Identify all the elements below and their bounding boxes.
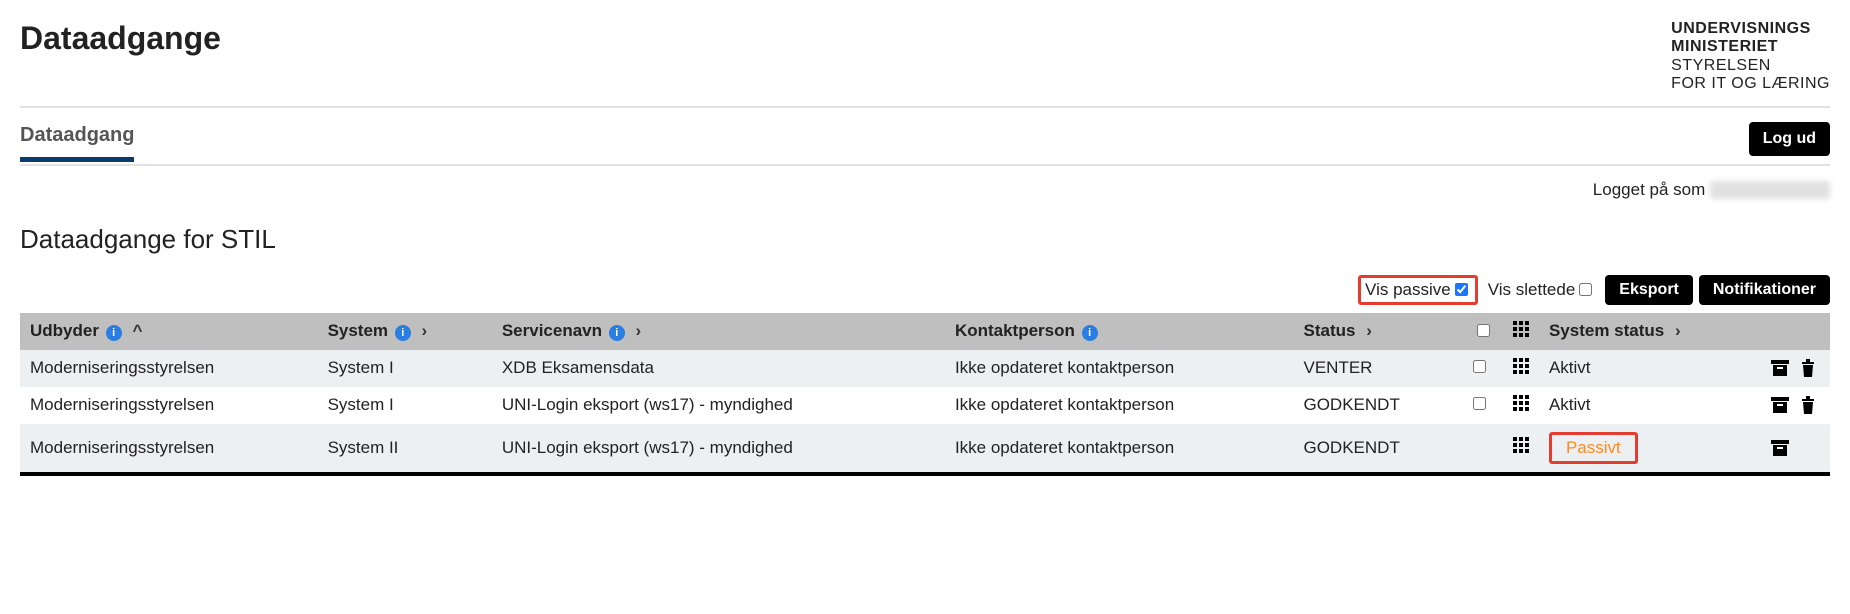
table-header-row: Udbyder i ^ System i › Servicenavn i › K… xyxy=(20,313,1830,350)
export-button[interactable]: Eksport xyxy=(1605,275,1693,305)
row-select-checkbox[interactable] xyxy=(1473,397,1486,410)
col-servicenavn-label: Servicenavn xyxy=(502,321,602,340)
row-select-checkbox[interactable] xyxy=(1473,360,1486,373)
system-status-passive: Passivt xyxy=(1549,432,1638,464)
cell-system: System I xyxy=(318,350,492,387)
table-end-rule xyxy=(20,472,1830,476)
info-icon[interactable]: i xyxy=(106,325,122,341)
col-select[interactable] xyxy=(1463,313,1503,350)
cell-grid xyxy=(1503,350,1539,387)
table-row: ModerniseringsstyrelsenSystem IUNI-Login… xyxy=(20,387,1830,424)
sort-icon[interactable]: › xyxy=(1675,321,1681,341)
trash-icon[interactable] xyxy=(1800,396,1820,414)
cell-kontaktperson: Ikke opdateret kontaktperson xyxy=(945,350,1294,387)
cell-servicenavn: UNI-Login eksport (ws17) - myndighed xyxy=(492,424,945,472)
show-deleted-checkbox[interactable] xyxy=(1579,283,1592,296)
cell-actions xyxy=(1760,424,1830,472)
archive-icon[interactable] xyxy=(1770,396,1790,414)
col-udbyder[interactable]: Udbyder i ^ xyxy=(20,313,318,350)
cell-udbyder: Moderniseringsstyrelsen xyxy=(20,424,318,472)
trash-icon[interactable] xyxy=(1800,359,1820,377)
brand-line4: FOR IT OG LÆRING xyxy=(1671,75,1830,93)
cell-system: System II xyxy=(318,424,492,472)
cell-select xyxy=(1463,387,1503,424)
cell-actions xyxy=(1760,350,1830,387)
table-row: ModerniseringsstyrelsenSystem IIUNI-Logi… xyxy=(20,424,1830,472)
cell-select xyxy=(1463,350,1503,387)
cell-grid xyxy=(1503,387,1539,424)
col-system-status-label: System status xyxy=(1549,321,1664,340)
cell-status: GODKENDT xyxy=(1293,387,1462,424)
cell-servicenavn: XDB Eksamensdata xyxy=(492,350,945,387)
archive-icon[interactable] xyxy=(1770,359,1790,377)
page-title: Dataadgange xyxy=(20,20,221,57)
col-system[interactable]: System i › xyxy=(318,313,492,350)
col-system-label: System xyxy=(328,321,388,340)
section-heading: Dataadgange for STIL xyxy=(20,224,1830,255)
logged-in-status: Logget på som xyxy=(20,166,1830,224)
cell-grid xyxy=(1503,424,1539,472)
grid-icon[interactable] xyxy=(1513,437,1529,453)
cell-system-status: Aktivt xyxy=(1539,350,1760,387)
show-deleted-filter[interactable]: Vis slettede xyxy=(1484,278,1600,302)
select-all-checkbox[interactable] xyxy=(1477,324,1490,337)
grid-icon[interactable] xyxy=(1513,321,1529,337)
grid-icon[interactable] xyxy=(1513,358,1529,374)
sort-icon[interactable]: › xyxy=(422,321,428,341)
cell-servicenavn: UNI-Login eksport (ws17) - myndighed xyxy=(492,387,945,424)
col-servicenavn[interactable]: Servicenavn i › xyxy=(492,313,945,350)
brand-line1: UNDERVISNINGS xyxy=(1671,20,1830,38)
info-icon[interactable]: i xyxy=(395,325,411,341)
show-passive-filter[interactable]: Vis passive xyxy=(1358,275,1478,305)
info-icon[interactable]: i xyxy=(609,325,625,341)
notifications-button[interactable]: Notifikationer xyxy=(1699,275,1830,305)
brand-logo: UNDERVISNINGS MINISTERIET STYRELSEN FOR … xyxy=(1671,20,1830,94)
cell-kontaktperson: Ikke opdateret kontaktperson xyxy=(945,387,1294,424)
archive-icon[interactable] xyxy=(1770,439,1790,457)
cell-system: System I xyxy=(318,387,492,424)
sort-icon[interactable]: › xyxy=(635,321,641,341)
cell-system-status: Aktivt xyxy=(1539,387,1760,424)
logged-in-user-redacted xyxy=(1710,181,1830,199)
cell-system-status: Passivt xyxy=(1539,424,1760,472)
cell-actions xyxy=(1760,387,1830,424)
cell-status: GODKENDT xyxy=(1293,424,1462,472)
col-status-label: Status xyxy=(1303,321,1355,340)
show-deleted-label: Vis slettede xyxy=(1488,280,1576,300)
col-actions xyxy=(1760,313,1830,350)
tab-dataadgang[interactable]: Dataadgang xyxy=(20,124,134,162)
grid-icon[interactable] xyxy=(1513,395,1529,411)
dataadgange-table: Udbyder i ^ System i › Servicenavn i › K… xyxy=(20,313,1830,472)
brand-line2: MINISTERIET xyxy=(1671,38,1830,56)
logout-button[interactable]: Log ud xyxy=(1749,122,1830,156)
cell-udbyder: Moderniseringsstyrelsen xyxy=(20,350,318,387)
table-row: ModerniseringsstyrelsenSystem IXDB Eksam… xyxy=(20,350,1830,387)
brand-line3: STYRELSEN xyxy=(1671,57,1830,75)
col-udbyder-label: Udbyder xyxy=(30,321,99,340)
logged-in-prefix: Logget på som xyxy=(1593,180,1705,199)
col-kontaktperson-label: Kontaktperson xyxy=(955,321,1075,340)
col-status[interactable]: Status › xyxy=(1293,313,1462,350)
show-passive-checkbox[interactable] xyxy=(1455,283,1468,296)
cell-select xyxy=(1463,424,1503,472)
sort-asc-icon[interactable]: ^ xyxy=(132,321,142,341)
col-system-status[interactable]: System status › xyxy=(1539,313,1760,350)
col-grid xyxy=(1503,313,1539,350)
cell-udbyder: Moderniseringsstyrelsen xyxy=(20,387,318,424)
cell-status: VENTER xyxy=(1293,350,1462,387)
show-passive-label: Vis passive xyxy=(1365,280,1451,300)
col-kontaktperson[interactable]: Kontaktperson i xyxy=(945,313,1294,350)
cell-kontaktperson: Ikke opdateret kontaktperson xyxy=(945,424,1294,472)
info-icon[interactable]: i xyxy=(1082,325,1098,341)
sort-icon[interactable]: › xyxy=(1366,321,1372,341)
